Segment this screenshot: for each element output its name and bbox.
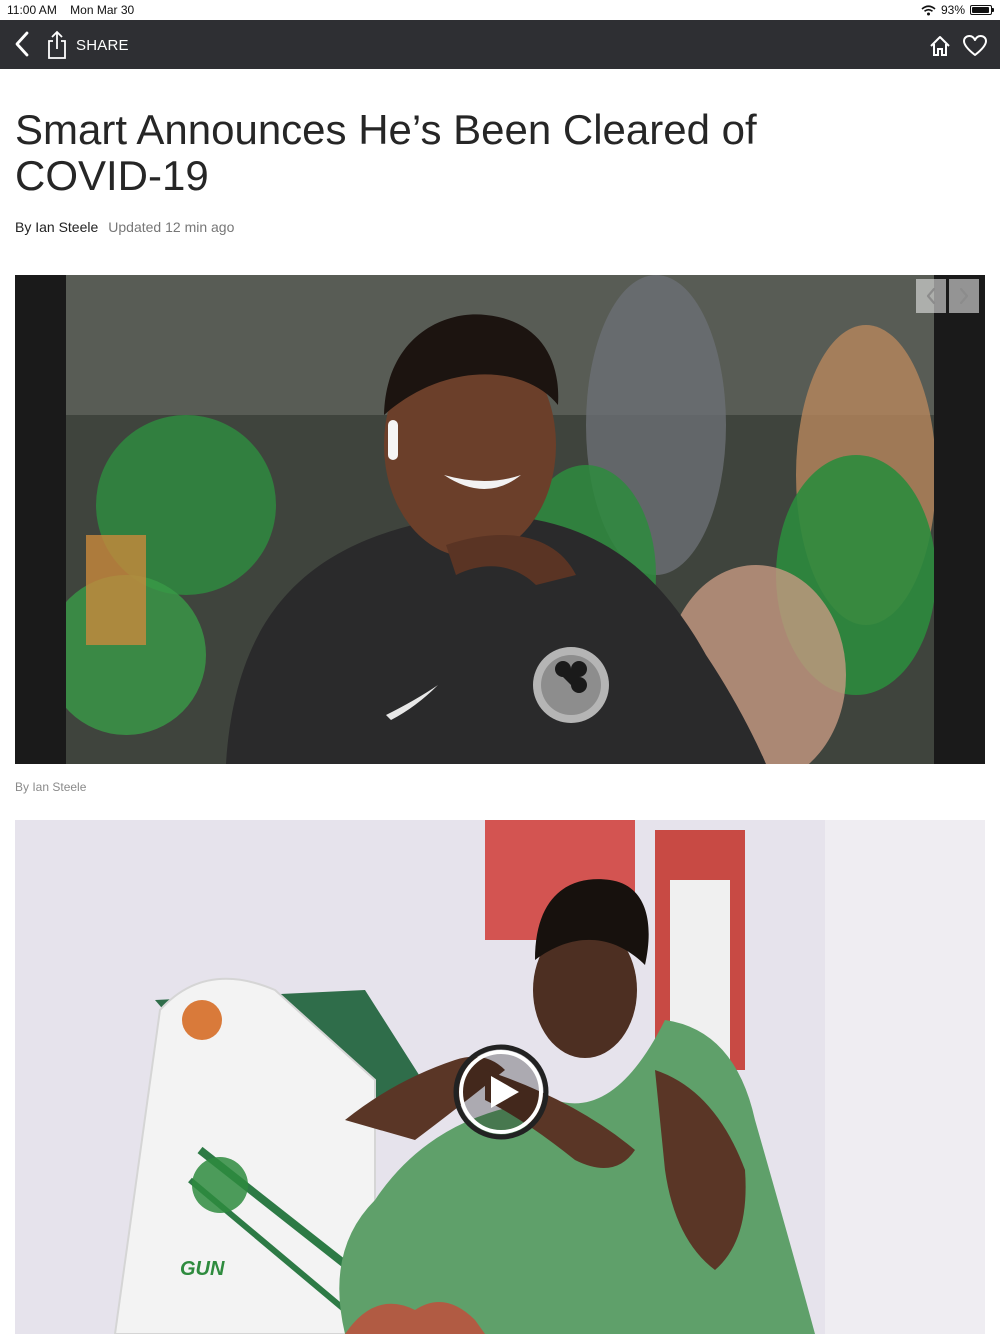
wifi-icon <box>921 4 936 15</box>
heart-icon <box>963 35 987 56</box>
home-button[interactable] <box>928 34 952 58</box>
article-byline: By Ian Steele Updated 12 min ago <box>15 219 234 235</box>
gallery-next-button[interactable] <box>949 279 979 313</box>
chevron-right-icon <box>959 287 969 305</box>
svg-text:GUN: GUN <box>180 1258 225 1280</box>
home-icon <box>930 36 950 56</box>
author-name[interactable]: By Ian Steele <box>15 219 98 235</box>
top-navigation-bar: SHARE <box>0 20 1000 69</box>
back-button[interactable] <box>12 30 36 58</box>
photo-gallery[interactable] <box>15 275 985 764</box>
article-headline: Smart Announces He’s Been Cleared of COV… <box>15 106 757 199</box>
status-time: 11:00 AM <box>7 3 57 17</box>
battery-level <box>972 7 989 13</box>
status-date: Mon Mar 30 <box>70 3 135 17</box>
video-play-button[interactable] <box>453 1044 549 1140</box>
share-label: SHARE <box>76 36 129 54</box>
chevron-left-icon <box>926 287 936 305</box>
battery-icon <box>970 5 994 15</box>
gallery-photo <box>66 275 934 764</box>
battery-percent: 93% <box>940 3 965 17</box>
video-player[interactable]: GUN <box>15 820 985 1334</box>
share-icon <box>48 30 66 59</box>
gallery-prev-button[interactable] <box>916 279 946 313</box>
play-icon <box>453 1044 549 1140</box>
share-button[interactable]: SHARE <box>46 29 129 61</box>
status-bar: 11:00 AM Mon Mar 30 93% <box>0 0 1000 20</box>
updated-timestamp: Updated 12 min ago <box>108 219 235 235</box>
chevron-left-icon <box>15 31 29 57</box>
favorite-button[interactable] <box>962 34 988 58</box>
photo-caption: By Ian Steele <box>15 780 87 794</box>
